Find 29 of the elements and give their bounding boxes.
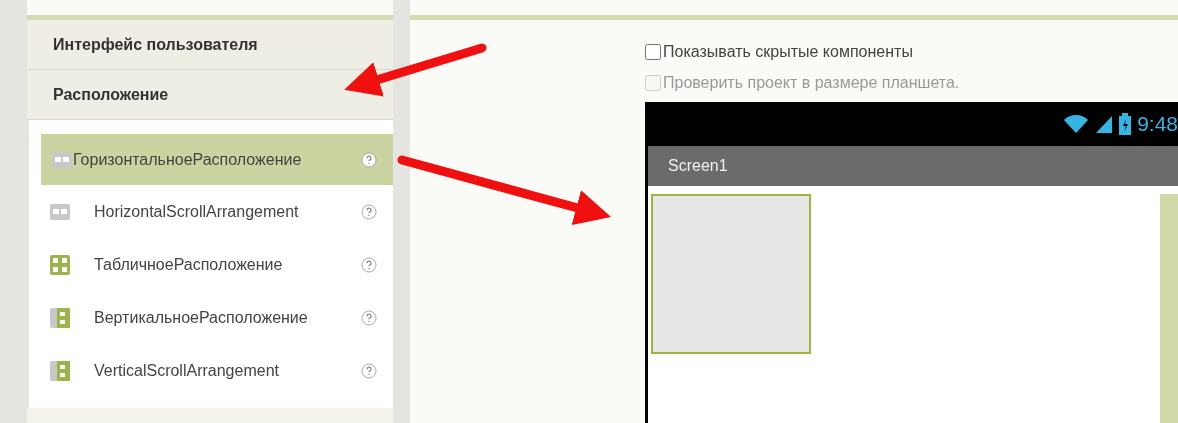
help-icon[interactable]	[361, 309, 377, 326]
help-icon[interactable]	[361, 203, 377, 220]
checkbox-label: Проверить проект в размере планшета.	[663, 73, 960, 92]
help-icon[interactable]	[361, 151, 377, 168]
palette-section-header[interactable]: Интерфейс пользователя	[27, 20, 393, 70]
palette-item-label: VerticalScrollArrangement	[94, 361, 279, 380]
palette-item[interactable]: ВертикальноеРасположение	[41, 291, 393, 344]
battery-icon	[1119, 113, 1132, 135]
screen-title: Screen1	[668, 157, 728, 175]
checkbox-label: Показывать скрытые компоненты	[663, 42, 913, 61]
palette-item[interactable]: VerticalScrollArrangement	[41, 344, 393, 397]
checkbox[interactable]	[645, 43, 661, 60]
signal-icon	[1095, 114, 1114, 134]
palette-item-label: ГоризонтальноеРасположение	[73, 150, 302, 169]
wifi-icon	[1063, 114, 1090, 134]
vertical-layout-icon	[49, 306, 71, 329]
help-icon[interactable]	[361, 362, 377, 379]
palette-item-label: HorizontalScrollArrangement	[94, 202, 299, 221]
palette-item-label: ТабличноеРасположение	[94, 255, 283, 274]
palette-section-header[interactable]: Расположение	[27, 70, 393, 120]
status-time: 9:48	[1137, 112, 1178, 136]
palette-item[interactable]: ТабличноеРасположение	[41, 238, 393, 291]
palette-item[interactable]: ГоризонтальноеРасположение	[41, 134, 393, 185]
horizontal-arrangement-component[interactable]	[651, 194, 811, 354]
palette-item[interactable]: HorizontalScrollArrangement	[41, 185, 393, 238]
help-icon[interactable]	[361, 256, 377, 273]
vertical-layout-icon	[49, 359, 71, 382]
table-layout-icon	[49, 253, 71, 276]
palette-item-label: ВертикальноеРасположение	[94, 308, 308, 327]
